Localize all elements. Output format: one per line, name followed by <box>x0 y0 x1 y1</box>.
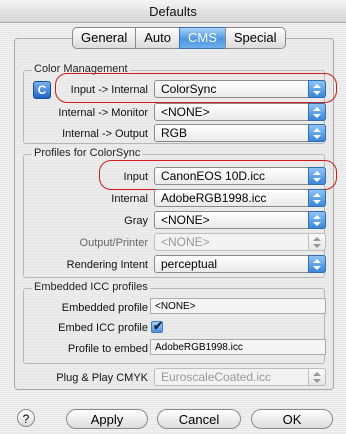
popup-arrows-icon <box>308 233 326 251</box>
internal-profile-value: AdobeRGB1998.icc <box>161 191 267 205</box>
embedded-profile-field: <NONE> <box>150 298 326 314</box>
internal-monitor-value: <NONE> <box>161 105 210 119</box>
tab-auto[interactable]: Auto <box>135 27 179 49</box>
colorsync-icon: C <box>33 81 51 99</box>
internal-profile-label: Internal <box>111 193 148 205</box>
ok-button[interactable]: OK <box>251 409 333 429</box>
output-printer-popup: <NONE> <box>154 233 326 251</box>
rendering-intent-label: Rendering Intent <box>66 259 148 271</box>
embedded-profile-label: Embedded profile <box>61 302 148 314</box>
apply-button[interactable]: Apply <box>66 409 148 429</box>
tab-general[interactable]: General <box>72 27 136 49</box>
title-bar: Defaults <box>0 0 346 23</box>
gray-profile-label: Gray <box>124 215 148 227</box>
popup-arrows-icon <box>308 211 326 229</box>
plug-play-label: Plug & Play CMYK <box>56 372 148 384</box>
popup-arrows-icon <box>308 103 326 121</box>
checkmark-icon: ✔ <box>153 319 164 333</box>
internal-profile-popup[interactable]: AdobeRGB1998.icc <box>154 189 326 207</box>
popup-arrows-icon <box>308 255 326 273</box>
popup-arrows-icon <box>308 368 326 386</box>
internal-monitor-popup[interactable]: <NONE> <box>154 103 326 121</box>
plug-play-popup: EuroscaleCoated.icc <box>154 368 326 386</box>
cancel-button[interactable]: Cancel <box>157 409 241 429</box>
tab-special[interactable]: Special <box>224 27 286 49</box>
help-button[interactable]: ? <box>17 409 35 427</box>
highlight-input-internal <box>55 73 337 103</box>
internal-output-popup[interactable]: RGB <box>154 124 326 142</box>
embed-icc-label: Embed ICC profile <box>58 322 148 334</box>
gray-profile-popup[interactable]: <NONE> <box>154 211 326 229</box>
highlight-input-profile <box>99 160 337 190</box>
profile-to-embed-field: AdobeRGB1998.icc <box>150 339 326 355</box>
embed-icc-checkbox[interactable]: ✔ <box>151 319 164 333</box>
tab-cms[interactable]: CMS <box>179 27 225 49</box>
tab-bar: General Auto CMS Special <box>72 27 286 49</box>
plug-play-value: EuroscaleCoated.icc <box>161 370 272 384</box>
profile-to-embed-label: Profile to embed <box>67 343 148 355</box>
window-title: Defaults <box>149 4 197 19</box>
rendering-intent-popup[interactable]: perceptual <box>154 255 326 273</box>
gray-profile-value: <NONE> <box>161 213 210 227</box>
internal-output-label: Internal -> Output <box>62 128 148 140</box>
output-printer-label: Output/Printer <box>79 237 148 249</box>
profiles-title: Profiles for ColorSync <box>32 147 143 159</box>
embedded-title: Embedded ICC profiles <box>32 281 150 293</box>
internal-output-value: RGB <box>161 126 188 140</box>
internal-monitor-label: Internal -> Monitor <box>58 107 148 119</box>
popup-arrows-icon <box>308 124 326 142</box>
popup-arrows-icon <box>308 189 326 207</box>
rendering-intent-value: perceptual <box>161 257 218 271</box>
output-printer-value: <NONE> <box>161 235 210 249</box>
